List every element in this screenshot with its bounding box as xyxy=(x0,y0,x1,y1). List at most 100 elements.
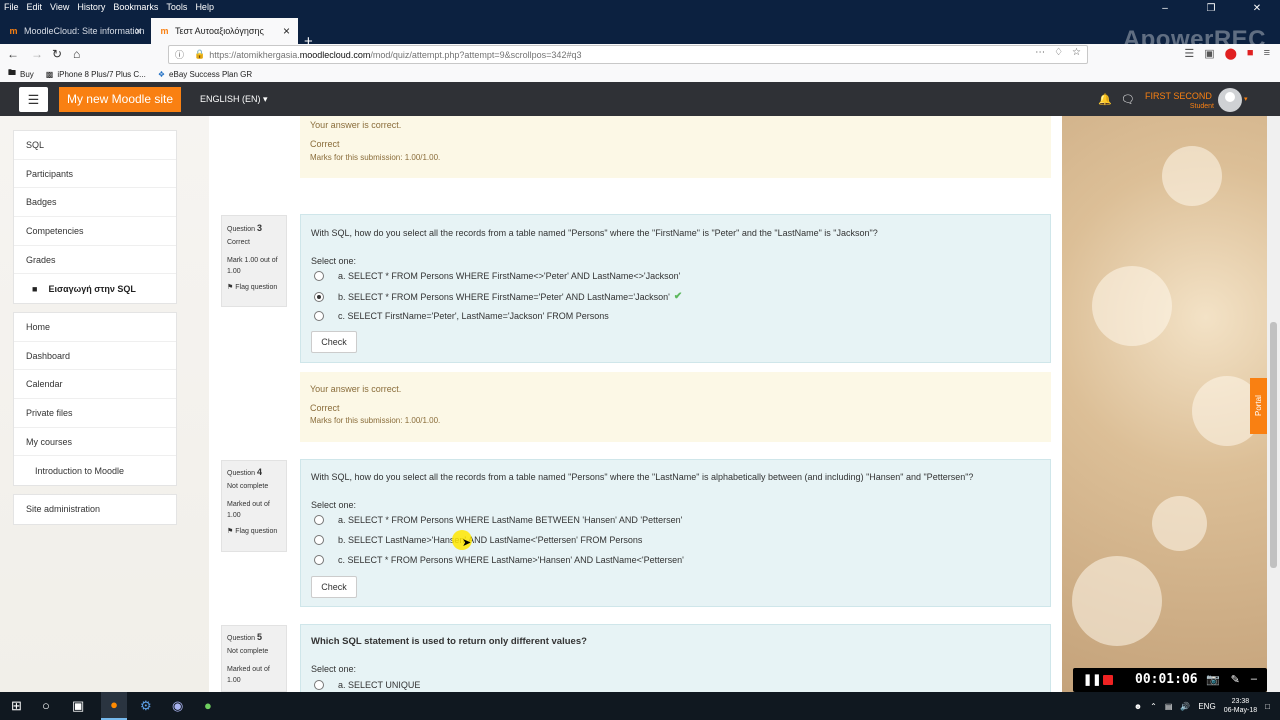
stop-icon[interactable] xyxy=(1103,675,1113,685)
tab-close-icon[interactable]: × xyxy=(283,24,290,38)
moodle-navbar: ☰ My new Moodle site ENGLISH (EN) ▾ 🔔 🗨 … xyxy=(0,82,1280,116)
sidebar-item-intro-moodle[interactable]: Introduction to Moodle xyxy=(14,456,176,485)
menu-view[interactable]: View xyxy=(50,2,69,12)
home-icon[interactable]: ⌂ xyxy=(73,47,80,61)
sidebar-item-competencies[interactable]: Competencies xyxy=(14,217,176,246)
search-icon[interactable]: ○ xyxy=(42,698,50,713)
sidebar-item-site-admin[interactable]: Site administration xyxy=(14,495,176,524)
answer-option-a[interactable]: a. SELECT * FROM Persons WHERE LastName … xyxy=(314,515,682,525)
radio-button-selected[interactable] xyxy=(314,291,324,302)
taskbar-clock[interactable]: 23:38 06-May-18 xyxy=(1224,697,1257,715)
pen-icon[interactable]: ✎ xyxy=(1231,673,1240,686)
steam-icon[interactable]: ⚙ xyxy=(140,698,152,714)
people-icon[interactable]: ☻ xyxy=(1134,702,1142,711)
feedback-state: Correct xyxy=(310,139,340,149)
keyboard-language[interactable]: ENG xyxy=(1198,702,1215,711)
user-name[interactable]: FIRST SECOND xyxy=(1145,91,1212,101)
radio-button[interactable] xyxy=(314,311,324,321)
sidebar-item-private-files[interactable]: Private files xyxy=(14,399,176,428)
tab-quiz[interactable]: m Τεστ Αυτοαξιολόγησης × xyxy=(151,18,298,44)
sidebar-item-calendar[interactable]: Calendar xyxy=(14,370,176,400)
radio-button[interactable] xyxy=(314,555,324,565)
network-icon[interactable]: ▤ xyxy=(1165,702,1173,711)
forward-icon[interactable]: → xyxy=(31,47,43,61)
more-actions-icon[interactable]: ⋯ xyxy=(1035,47,1045,58)
discord-icon[interactable]: ◉ xyxy=(172,698,183,714)
answer-option-a[interactable]: a. SELECT * FROM Persons WHERE FirstName… xyxy=(314,271,680,281)
tab-close-icon[interactable]: × xyxy=(135,24,142,38)
menu-help[interactable]: Help xyxy=(195,2,214,12)
sidebar-item-badges[interactable]: Badges xyxy=(14,188,176,218)
url-text: https://atomikhergasia.moodlecloud.com/m… xyxy=(209,49,582,60)
mouse-cursor-icon: ➤ xyxy=(462,537,472,549)
menu-bookmarks[interactable]: Bookmarks xyxy=(113,2,158,12)
avatar[interactable] xyxy=(1218,88,1242,112)
message-icon[interactable]: 🗨 xyxy=(1121,93,1135,106)
minimize-icon[interactable]: – xyxy=(1251,673,1257,686)
answer-option-a[interactable]: a. SELECT UNIQUE xyxy=(314,680,420,690)
reload-icon[interactable]: ↻ xyxy=(52,47,62,61)
page-scrollbar[interactable] xyxy=(1267,116,1280,692)
language-menu[interactable]: ENGLISH (EN) ▾ xyxy=(200,94,268,105)
answer-option-b[interactable]: b. SELECT * FROM Persons WHERE FirstName… xyxy=(314,291,682,302)
notifications-icon[interactable]: □ xyxy=(1265,702,1270,711)
firefox-icon[interactable]: ● xyxy=(101,692,127,720)
bookmarks-toolbar: 🖿 Buy ▩ iPhone 8 Plus/7 Plus C... ❖ eBay Su… xyxy=(0,66,1280,82)
pocket-icon[interactable]: ♢ xyxy=(1054,47,1063,58)
check-button[interactable]: Check xyxy=(311,576,357,598)
chevron-down-icon[interactable]: ▾ xyxy=(1244,95,1248,103)
radio-button[interactable] xyxy=(314,271,324,281)
feedback-answer: Your answer is correct. xyxy=(310,384,402,394)
sidebar-item-sql[interactable]: SQL xyxy=(14,131,176,160)
answer-option-b[interactable]: b. SELECT LastName>'Hansen' AND LastName… xyxy=(314,535,642,545)
sidebar-item-grades[interactable]: Grades xyxy=(14,246,176,275)
menu-icon[interactable]: ≡ xyxy=(1264,47,1270,60)
question-info-q4: Question 4 Not complete Marked out of 1.… xyxy=(221,460,287,552)
sidebar-item-dashboard[interactable]: Dashboard xyxy=(14,342,176,371)
bookmark-buy[interactable]: 🖿 Buy xyxy=(8,67,34,81)
scrollbar-thumb[interactable] xyxy=(1270,322,1277,568)
bookmark-star-icon[interactable]: ☆ xyxy=(1072,47,1081,58)
question-box-q3: With SQL, how do you select all the reco… xyxy=(300,214,1051,363)
bookmark-iphone[interactable]: ▩ iPhone 8 Plus/7 Plus C... xyxy=(46,70,146,79)
question-status: Not complete xyxy=(227,648,269,655)
question-number: Question 4 xyxy=(227,467,262,477)
drawer-toggle-button[interactable]: ☰ xyxy=(19,87,48,112)
windows-start-icon[interactable]: ⊞ xyxy=(11,698,22,714)
utorrent-icon[interactable]: ● xyxy=(204,698,212,713)
answer-option-c[interactable]: c. SELECT FirstName='Peter', LastName='J… xyxy=(314,311,609,321)
adblock-icon[interactable]: ⬤ xyxy=(1225,47,1237,60)
site-name[interactable]: My new Moodle site xyxy=(59,87,181,112)
chevron-up-icon[interactable]: ⌃ xyxy=(1150,702,1157,711)
bell-icon[interactable]: 🔔 xyxy=(1098,93,1112,106)
radio-button[interactable] xyxy=(314,680,324,690)
flag-question[interactable]: ⚑ Flag question xyxy=(227,526,277,537)
camera-icon[interactable]: 📷 xyxy=(1206,673,1220,686)
bookmark-ebay[interactable]: ❖ eBay Success Plan GR xyxy=(158,70,252,79)
extension-icon[interactable]: ■ xyxy=(1247,47,1254,60)
url-bar[interactable]: ⓘ 🔒 https://atomikhergasia.moodlecloud.c… xyxy=(168,45,1088,64)
radio-button[interactable] xyxy=(314,515,324,525)
sidebar-icon[interactable]: ▣ xyxy=(1204,47,1214,60)
answer-option-c[interactable]: c. SELECT * FROM Persons WHERE LastName>… xyxy=(314,555,684,565)
sidebar-item-participants[interactable]: Participants xyxy=(14,160,176,189)
flag-question[interactable]: ⚑ Flag question xyxy=(227,282,277,293)
volume-icon[interactable]: 🔊 xyxy=(1180,702,1190,711)
pause-icon[interactable]: ❚❚ xyxy=(1083,673,1101,686)
sidebar-item-home[interactable]: Home xyxy=(14,313,176,342)
tab-moodlecloud[interactable]: m MoodleCloud: Site information × xyxy=(0,18,150,44)
library-icon[interactable]: ☰ xyxy=(1184,47,1194,60)
portal-tab[interactable]: Portal xyxy=(1250,378,1267,434)
radio-button[interactable] xyxy=(314,535,324,545)
question-mark: Marked out of 1.00 xyxy=(227,666,270,684)
info-icon[interactable]: ⓘ xyxy=(175,48,184,61)
menu-tools[interactable]: Tools xyxy=(166,2,187,12)
sidebar-item-intro-sql[interactable]: ■ Εισαγωγή στην SQL xyxy=(14,274,176,303)
check-button[interactable]: Check xyxy=(311,331,357,353)
task-view-icon[interactable]: ▣ xyxy=(72,698,84,714)
back-icon[interactable]: ← xyxy=(7,47,19,61)
sidebar-item-my-courses[interactable]: My courses xyxy=(14,428,176,457)
menu-history[interactable]: History xyxy=(77,2,105,12)
menu-edit[interactable]: Edit xyxy=(27,2,43,12)
menu-file[interactable]: File xyxy=(4,2,19,12)
